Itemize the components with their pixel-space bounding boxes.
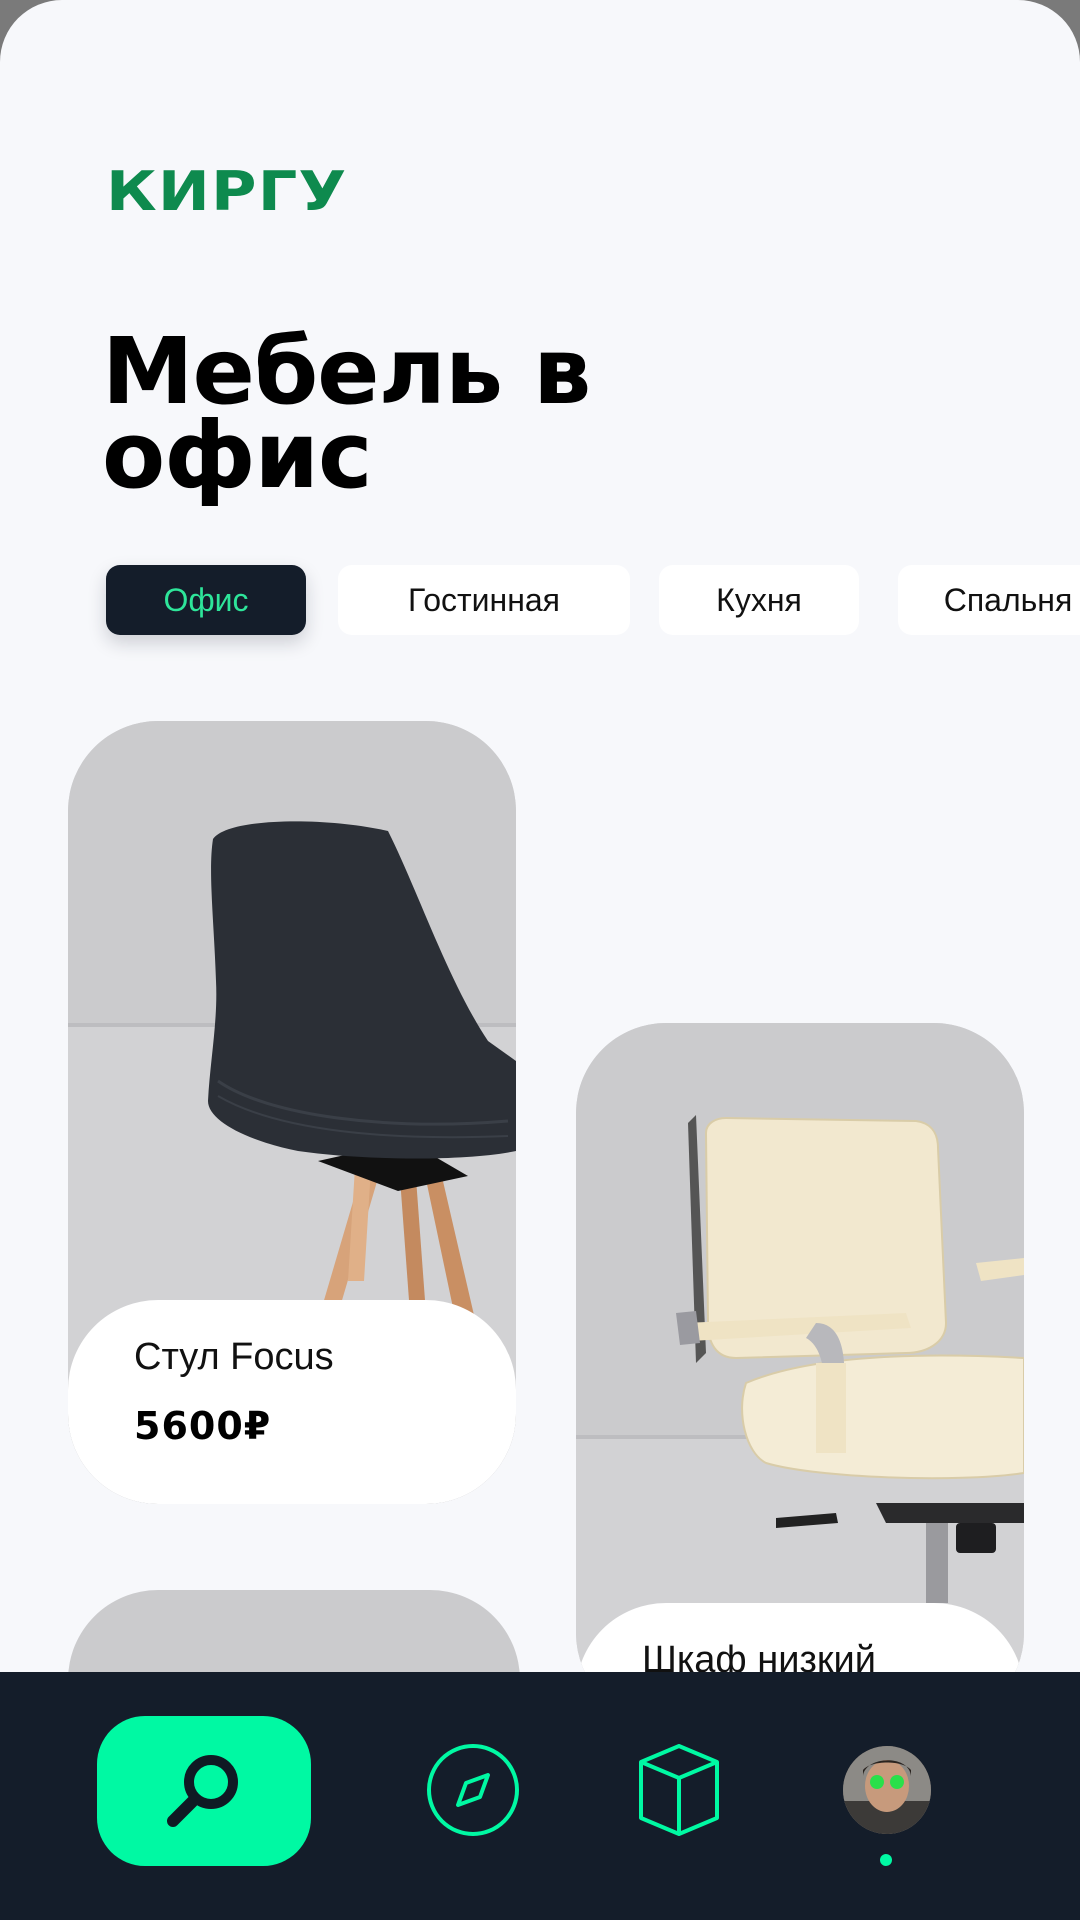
category-tabs: Офис Гостинная Кухня Спальня (106, 565, 1080, 635)
nav-explore-button[interactable] (425, 1742, 521, 1838)
nav-catalog-button[interactable] (635, 1740, 723, 1840)
page-title: Мебель в офис (102, 318, 591, 509)
tab-office[interactable]: Офис (106, 565, 306, 635)
active-indicator (880, 1854, 892, 1866)
product-card-shkaf-nizkiy[interactable]: Шкаф низкий (576, 1023, 1024, 1723)
brand-logo: КИРГУ (106, 160, 348, 223)
avatar-image (843, 1746, 931, 1834)
product-price: 5600₽ (134, 1404, 272, 1448)
tab-bedroom[interactable]: Спальня (898, 565, 1080, 635)
product-name: Стул Focus (134, 1336, 334, 1378)
tab-living-room[interactable]: Гостинная (338, 565, 630, 635)
compass-icon (427, 1744, 519, 1836)
cube-icon (639, 1744, 719, 1836)
search-icon (167, 1755, 238, 1827)
app-screen: КИРГУ Мебель в офис Офис Гостинная Кухня… (0, 0, 1080, 1920)
avatar[interactable] (843, 1746, 931, 1834)
product-info: Стул Focus 5600₽ (68, 1300, 516, 1504)
nav-search-button[interactable] (97, 1716, 311, 1866)
bottom-navigation (0, 1672, 1080, 1920)
product-card-stul-focus[interactable]: Стул Focus 5600₽ (68, 721, 516, 1504)
tab-kitchen[interactable]: Кухня (659, 565, 859, 635)
